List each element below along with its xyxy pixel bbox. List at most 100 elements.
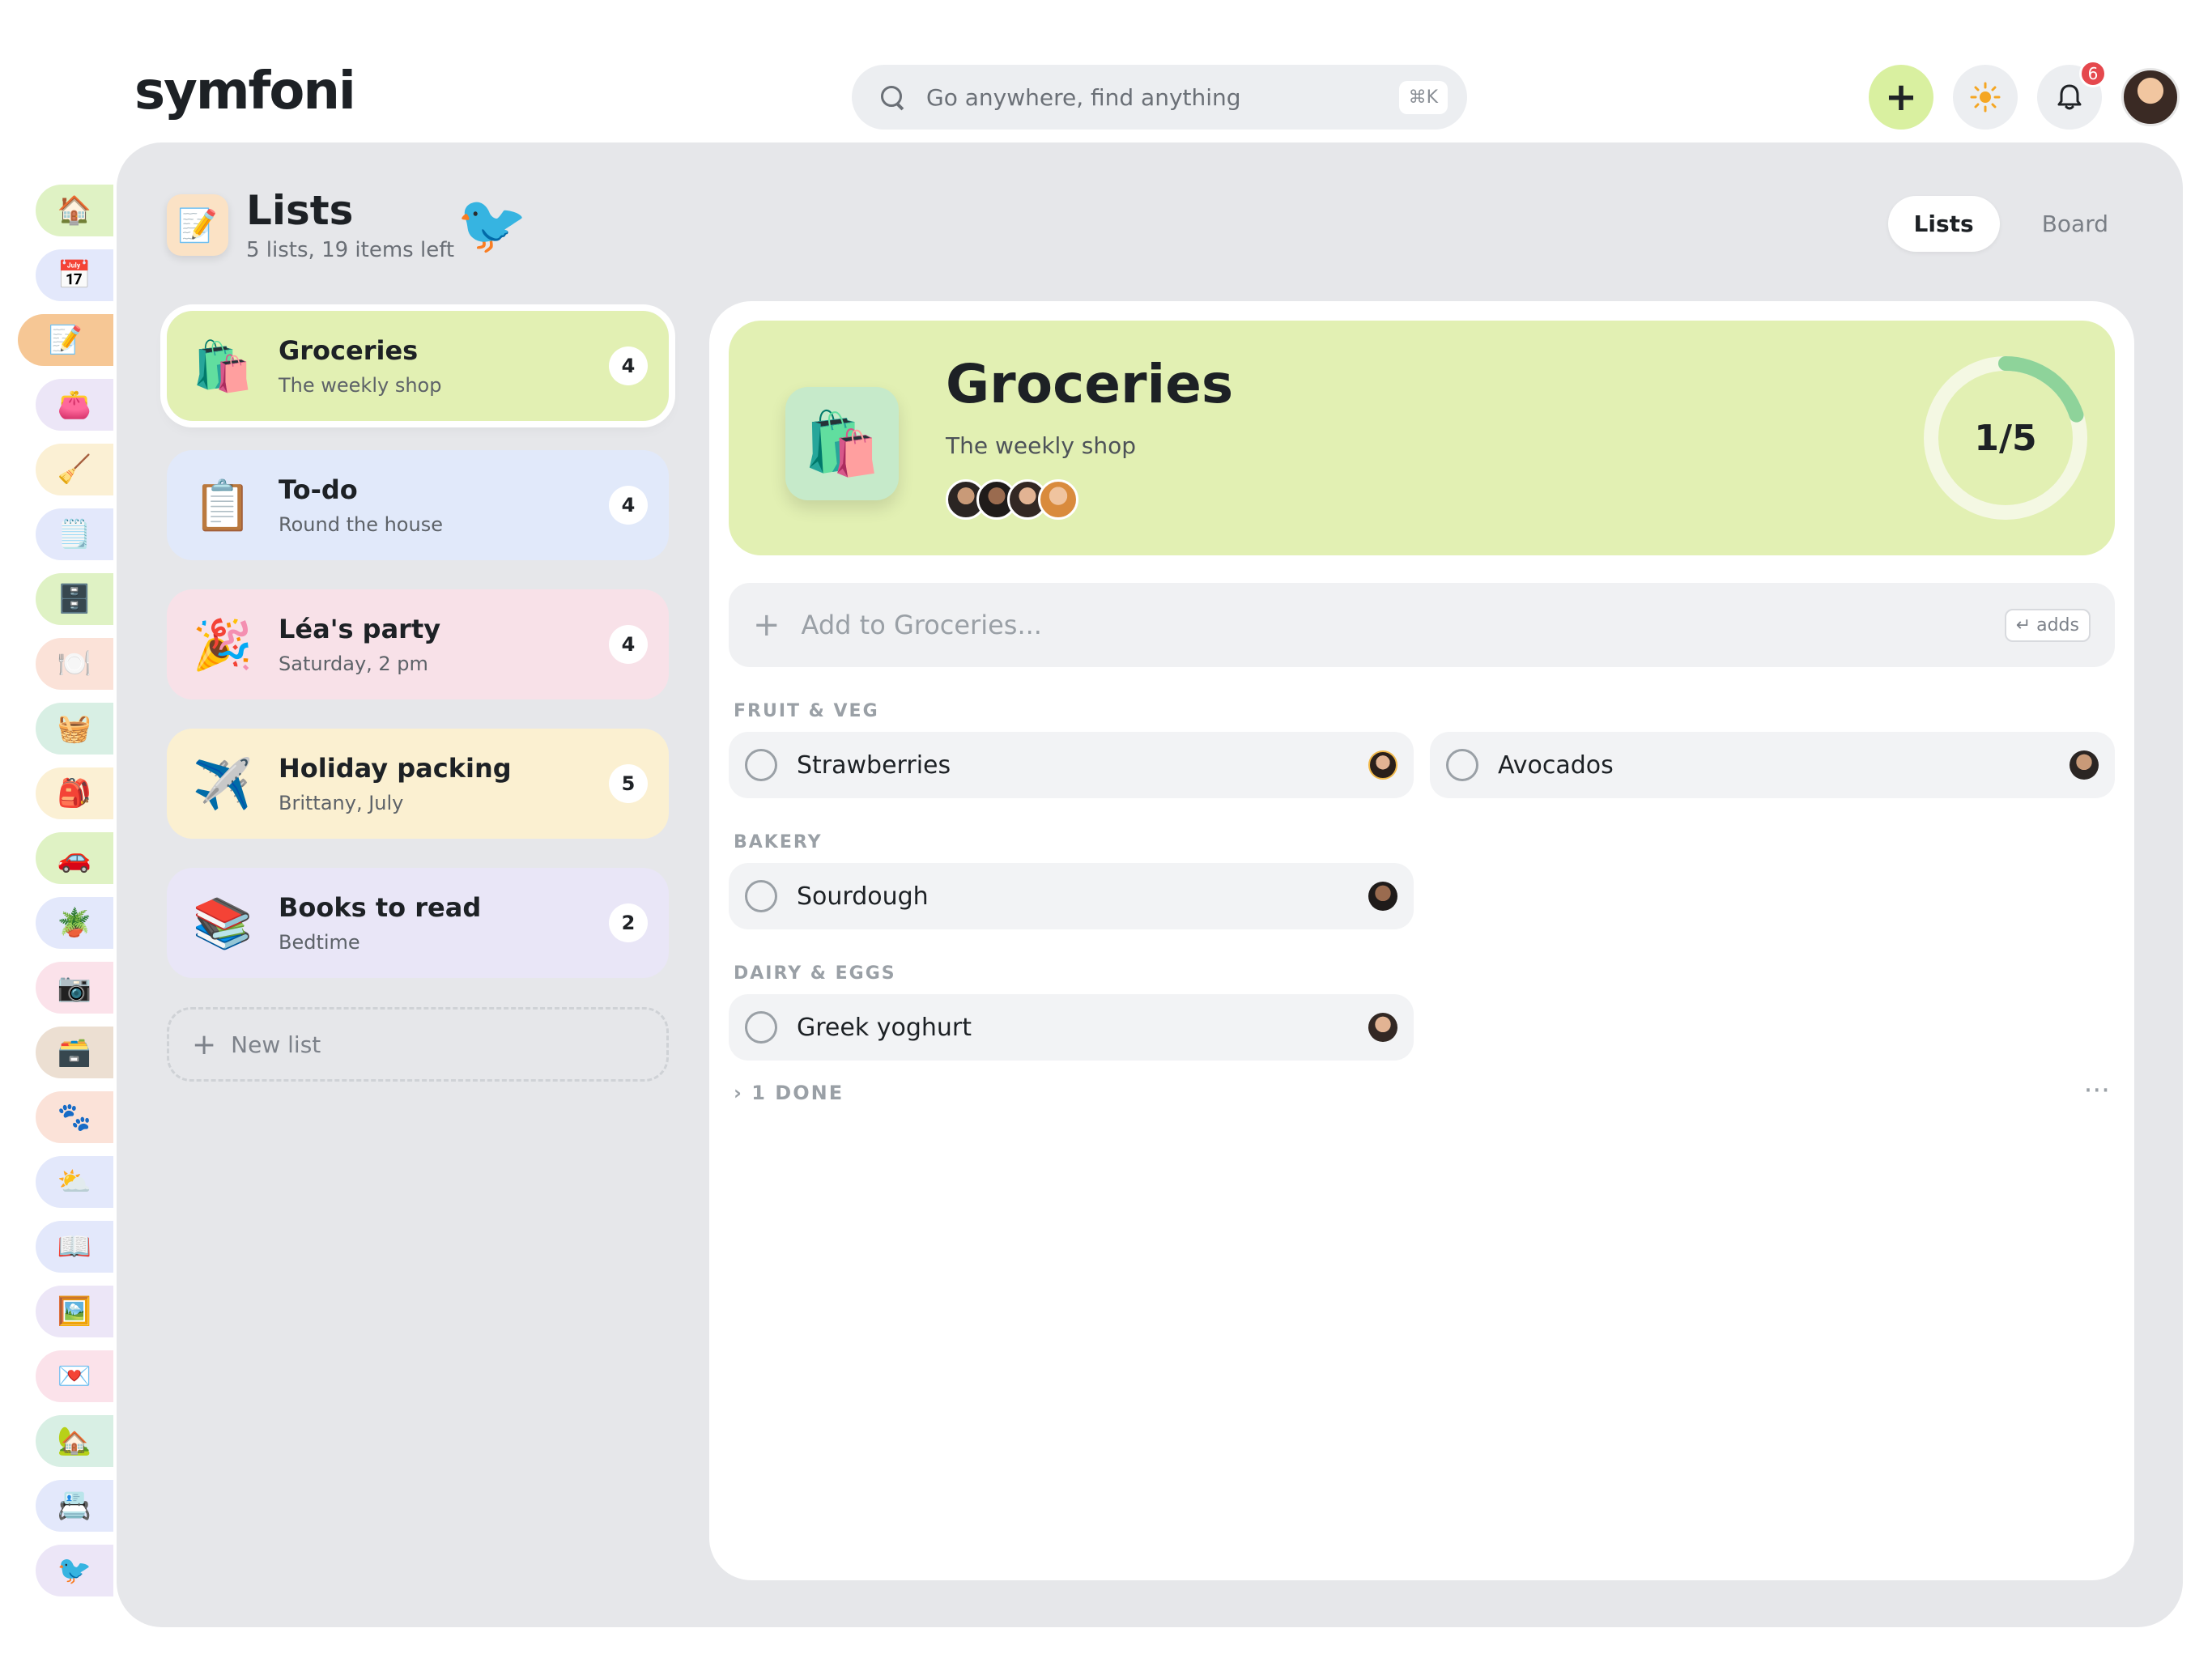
list-name: Holiday packing [279, 753, 512, 784]
add-item-input[interactable]: + Add to Groceries... ↵ adds [729, 583, 2115, 667]
app-logo-text: symfoni [134, 62, 356, 121]
tab-lists[interactable]: Lists [1887, 196, 2000, 252]
search-shortcut: ⌘K [1398, 80, 1448, 114]
camera-icon: 📷 [57, 971, 92, 1004]
done-toggle[interactable]: › 1 DONE [734, 1082, 844, 1104]
user-avatar[interactable] [2121, 68, 2180, 126]
list-subtitle: Round the house [279, 513, 443, 536]
list-item[interactable]: Sourdough [729, 863, 1414, 929]
photos-icon: 🖼️ [57, 1295, 92, 1328]
list-count-badge: 2 [609, 903, 648, 942]
garden-icon: 🪴 [57, 907, 92, 939]
list-icon: ✈️ [192, 755, 253, 813]
rail-meals-item[interactable]: 🍽️ [36, 638, 113, 690]
bird-mascot-icon: 🐦 [457, 191, 528, 257]
plus-icon: + [1884, 74, 1918, 120]
lists-page-icon: 📝 [167, 194, 228, 256]
search-icon [878, 83, 907, 112]
list-name: Léa's party [279, 614, 441, 644]
app-logo[interactable]: symfoni [134, 62, 356, 121]
header-actions: + 6 [1869, 60, 2180, 130]
list-card[interactable]: ✈️ Holiday packing Brittany, July 5 [167, 729, 669, 839]
section-label: BAKERY [734, 832, 823, 852]
rail-car-item[interactable]: 🚗 [36, 832, 113, 884]
list-detail: 🛍️ Groceries The weekly shop 1/5 + Add t… [709, 301, 2134, 1580]
rail-home-item[interactable]: 🏠 [36, 185, 113, 236]
list-card-text: Books to read Bedtime [279, 892, 609, 954]
home-icon: 🏠 [57, 194, 92, 227]
page-title: Lists [246, 187, 354, 234]
rail-weather-item[interactable]: ⛅ [36, 1156, 113, 1208]
new-list-button[interactable]: + New list [167, 1007, 669, 1082]
documents-icon: 🗃️ [57, 1036, 92, 1069]
list-card[interactable]: 🛍️ Groceries The weekly shop 4 [160, 304, 675, 427]
wallet-icon: 👛 [57, 389, 92, 421]
rail-garden-item[interactable]: 🪴 [36, 897, 113, 949]
app-rail: 🏠 📅 📝 👛 🧹 🗒️ 🗄️ 🍽️ 🧺 🎒 🚗 🪴 📷 🗃️ 🐾 ⛅ 📖 🖼️ 💌 🏡 📇 🐦 [18, 185, 113, 1596]
item-checkbox[interactable] [745, 1011, 777, 1044]
rail-mail-item[interactable]: 💌 [36, 1350, 113, 1402]
rail-contacts-item[interactable]: 📇 [36, 1480, 113, 1532]
rail-calendar-item[interactable]: 📅 [36, 249, 113, 301]
car-icon: 🚗 [57, 842, 92, 874]
list-card[interactable]: 📋 To-do Round the house 4 [167, 450, 669, 560]
list-item[interactable]: Greek yoghurt [729, 994, 1414, 1061]
item-checkbox[interactable] [745, 749, 777, 781]
item-name: Sourdough [797, 882, 929, 911]
member-avatars[interactable] [946, 479, 1078, 520]
add-button[interactable]: + [1869, 65, 1933, 130]
notifications-button[interactable]: 6 [2037, 60, 2107, 130]
rail-pets-item[interactable]: 🐾 [36, 1091, 113, 1143]
list-subtitle: The weekly shop [279, 374, 442, 397]
item-checkbox[interactable] [1446, 749, 1478, 781]
list-icon: 🎉 [192, 616, 253, 674]
rail-bird-item[interactable]: 🐦 [36, 1545, 113, 1596]
progress-text: 1/5 [1974, 417, 2037, 459]
list-card-text: Léa's party Saturday, 2 pm [279, 614, 609, 675]
list-subtitle: Saturday, 2 pm [279, 653, 428, 675]
lists-icon: 📝 [48, 324, 83, 356]
list-count-badge: 5 [609, 764, 648, 803]
more-options-icon[interactable]: ··· [2084, 1074, 2110, 1107]
rail-family-item[interactable]: 🏡 [36, 1415, 113, 1467]
main-panel: 📝 Lists 5 lists, 19 items left 🐦 Lists B… [117, 142, 2183, 1627]
rail-school-item[interactable]: 🎒 [36, 767, 113, 819]
list-card[interactable]: 📚 Books to read Bedtime 2 [167, 868, 669, 978]
rail-fridge-item[interactable]: 🗄️ [36, 573, 113, 625]
rail-notes-item[interactable]: 🗒️ [36, 508, 113, 560]
theme-toggle-button[interactable] [1953, 65, 2018, 130]
notification-badge: 6 [2079, 60, 2107, 87]
rail-photos-item[interactable]: 🖼️ [36, 1286, 113, 1337]
school-icon: 🎒 [57, 777, 92, 810]
list-count-badge: 4 [609, 486, 648, 525]
rail-chores-item[interactable]: 🧹 [36, 444, 113, 495]
list-item[interactable]: Strawberries [729, 732, 1414, 798]
list-count-badge: 4 [609, 625, 648, 664]
page-header: 📝 Lists 5 lists, 19 items left [167, 188, 454, 262]
list-title: Groceries [946, 353, 1234, 415]
global-search[interactable]: Go anywhere, find anything ⌘K [852, 65, 1467, 130]
rail-camera-item[interactable]: 📷 [36, 962, 113, 1014]
rail-wallet-item[interactable]: 👛 [36, 379, 113, 431]
item-checkbox[interactable] [745, 880, 777, 912]
rail-appliance-item[interactable]: 🧺 [36, 703, 113, 755]
rail-lists-item[interactable]: 📝 [18, 314, 113, 366]
rail-books-item[interactable]: 📖 [36, 1221, 113, 1273]
rail-documents-item[interactable]: 🗃️ [36, 1027, 113, 1078]
list-subtitle: The weekly shop [946, 432, 1137, 459]
chores-icon: 🧹 [57, 453, 92, 486]
contacts-icon: 📇 [57, 1490, 92, 1522]
mail-icon: 💌 [57, 1360, 92, 1392]
list-card-text: Holiday packing Brittany, July [279, 753, 609, 814]
books-icon: 📖 [57, 1231, 92, 1263]
list-card[interactable]: 🎉 Léa's party Saturday, 2 pm 4 [167, 589, 669, 699]
avatar [1038, 479, 1078, 520]
bell-icon [2057, 84, 2082, 110]
list-hero: 🛍️ Groceries The weekly shop 1/5 [729, 321, 2115, 555]
fridge-icon: 🗄️ [57, 583, 92, 615]
notes-icon: 🗒️ [57, 518, 92, 551]
meals-icon: 🍽️ [57, 648, 92, 680]
search-placeholder: Go anywhere, find anything [926, 83, 1241, 111]
list-item[interactable]: Avocados [1430, 732, 2115, 798]
tab-board[interactable]: Board [2016, 196, 2134, 252]
